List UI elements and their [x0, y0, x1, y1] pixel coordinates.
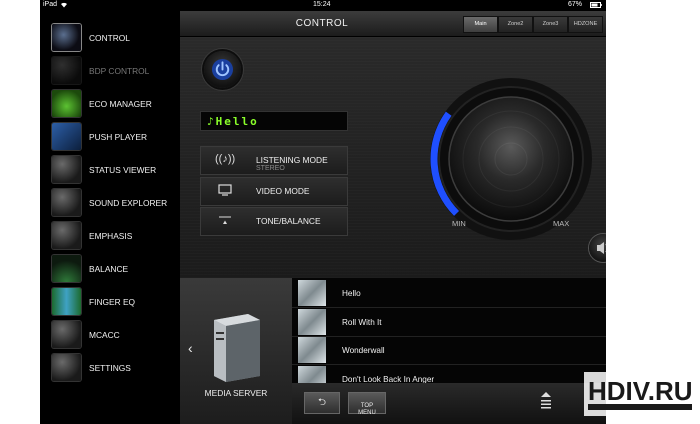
tone-balance-button[interactable]: TONE/BALANCE	[200, 207, 348, 236]
sidebar-item-label: SETTINGS	[89, 362, 131, 373]
sidebar-item-balance[interactable]: BALANCE	[40, 252, 180, 285]
tab-hdzone[interactable]: HDZONE	[568, 16, 603, 33]
clock: 15:24	[313, 1, 331, 8]
emphasis-thumb-icon	[52, 222, 81, 249]
wifi-icon	[60, 1, 68, 10]
sidebar-item-label: CONTROL	[89, 32, 130, 43]
sidebar-item-label: MCACC	[89, 329, 120, 340]
control-panel: ♪Hello ((♪)) LISTENING MODE STEREO VIDEO…	[180, 37, 606, 278]
battery-icon	[590, 2, 602, 10]
sidebar-item-emphasis[interactable]: EMPHASIS	[40, 219, 180, 252]
tab-main[interactable]: Main	[463, 16, 498, 33]
sidebar-item-settings[interactable]: SETTINGS	[40, 351, 180, 384]
video-mode-label: VIDEO MODE	[256, 186, 310, 196]
return-arrow-icon: ⮌	[317, 397, 326, 408]
sidebar-item-status-viewer[interactable]: STATUS VIEWER	[40, 153, 180, 186]
chevron-left-icon[interactable]: ‹	[188, 340, 193, 356]
speaker-mute-icon	[597, 242, 606, 254]
status-bar: iPad 15:24 67%	[40, 0, 606, 11]
list-item[interactable]: Wonderwall	[292, 336, 606, 365]
sidebar-item-label: BALANCE	[89, 263, 129, 274]
display-text: ♪Hello	[207, 115, 259, 128]
album-art	[298, 280, 326, 306]
power-button[interactable]	[204, 51, 241, 88]
listening-mode-icon: ((♪))	[215, 153, 236, 165]
list-item[interactable]: Hello	[292, 279, 606, 308]
sidebar: CONTROL BDP CONTROL ECO MANAGER PUSH PLA…	[40, 11, 180, 424]
watermark-text: HDIV.RU	[588, 376, 693, 406]
track-title: Don't Look Back In Anger	[342, 375, 435, 383]
track-title: Wonderwall	[342, 346, 385, 355]
server-tower-icon	[214, 314, 260, 382]
sidebar-item-label: PUSH PLAYER	[89, 131, 148, 142]
mute-button[interactable]	[589, 234, 606, 262]
media-area: ‹ MEDIA SERVER Hello Roll With It Wonder…	[180, 278, 606, 424]
sidebar-item-mcacc[interactable]: MCACC	[40, 318, 180, 351]
sidebar-item-label: STATUS VIEWER	[89, 164, 157, 175]
sidebar-item-control[interactable]: CONTROL	[40, 21, 180, 54]
list-item[interactable]: Roll With It	[292, 308, 606, 337]
list-item[interactable]: Don't Look Back In Anger	[292, 365, 606, 383]
list-toggle-button[interactable]	[537, 391, 555, 415]
knob-thumb-icon	[52, 24, 81, 51]
listening-mode-button[interactable]: ((♪)) LISTENING MODE STEREO	[200, 146, 348, 175]
sidebar-item-label: SOUND EXPLORER	[89, 197, 168, 208]
media-server-panel[interactable]: ‹ MEDIA SERVER	[180, 278, 292, 424]
eject-list-icon	[541, 392, 551, 409]
sidebar-item-label: EMPHASIS	[89, 230, 133, 241]
sidebar-item-push-player[interactable]: PUSH PLAYER	[40, 120, 180, 153]
album-art	[298, 309, 326, 335]
tab-zone3[interactable]: Zone3	[533, 16, 568, 33]
power-icon	[211, 58, 234, 81]
status-thumb-icon	[52, 156, 81, 183]
speakers-thumb-icon	[52, 189, 81, 216]
listening-mode-value: STEREO	[256, 165, 285, 172]
volume-max-label: MAX	[553, 219, 570, 228]
gear-thumb-icon	[52, 354, 81, 381]
sidebar-item-label: ECO MANAGER	[89, 98, 152, 109]
listening-mode-label: LISTENING MODE	[256, 155, 328, 165]
track-title: Hello	[342, 289, 361, 298]
track-title: Roll With It	[342, 318, 382, 327]
volume-min-label: MIN	[452, 219, 466, 228]
top-menu-label: TOP MENU	[358, 403, 376, 416]
media-toolbar: ⮌ TOP MENU	[292, 383, 606, 424]
watermark-logo: HDIV.RU	[584, 372, 696, 416]
sidebar-item-label: BDP CONTROL	[89, 65, 150, 76]
fl-display: ♪Hello	[200, 111, 348, 131]
device-label: iPad	[43, 1, 58, 8]
app-screen: iPad 15:24 67% CONTROL BDP CONTROL ECO M…	[40, 0, 606, 424]
tone-balance-label: TONE/BALANCE	[256, 216, 321, 226]
album-art	[298, 337, 326, 363]
music-note-thumb-icon	[52, 123, 81, 150]
return-button[interactable]: ⮌	[304, 392, 340, 414]
tone-balance-icon	[215, 214, 235, 230]
media-server-label: MEDIA SERVER	[204, 388, 268, 398]
sidebar-item-eco-manager[interactable]: ECO MANAGER	[40, 87, 180, 120]
album-art	[298, 366, 326, 383]
battery-percent: 67%	[568, 1, 583, 8]
top-menu-button[interactable]: TOP MENU	[348, 392, 386, 416]
sidebar-item-label: FINGER EQ	[89, 296, 136, 307]
page-title: CONTROL	[295, 18, 349, 29]
eq-thumb-icon	[52, 288, 81, 315]
sidebar-item-bdp-control[interactable]: BDP CONTROL	[40, 54, 180, 87]
header-bar: CONTROL Main Zone2 Zone3 HDZONE	[180, 11, 606, 37]
sidebar-item-finger-eq[interactable]: FINGER EQ	[40, 285, 180, 318]
zone-tabs: Main Zone2 Zone3 HDZONE	[463, 16, 603, 33]
bdp-thumb-icon	[52, 57, 81, 84]
tab-zone2[interactable]: Zone2	[498, 16, 533, 33]
video-mode-button[interactable]: VIDEO MODE	[200, 177, 348, 206]
leaf-thumb-icon	[52, 90, 81, 117]
track-list: Hello Roll With It Wonderwall Don't Look…	[292, 278, 606, 383]
sidebar-item-sound-explorer[interactable]: SOUND EXPLORER	[40, 186, 180, 219]
monitor-icon	[215, 184, 235, 200]
balance-thumb-icon	[52, 255, 81, 282]
mcacc-thumb-icon	[52, 321, 81, 348]
